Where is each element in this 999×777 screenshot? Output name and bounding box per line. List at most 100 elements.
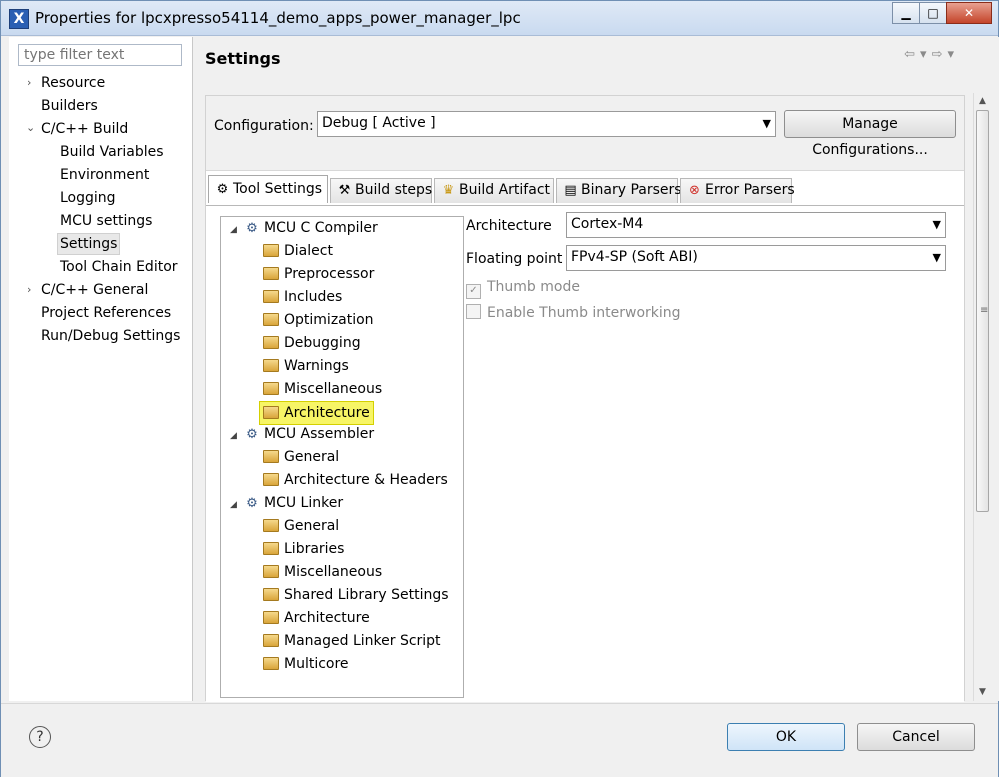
thumb-mode-checkbox[interactable]: ✓ Thumb mode xyxy=(466,279,580,299)
vertical-scrollbar[interactable]: ▲ ≡ ▼ xyxy=(973,93,991,701)
minimize-button[interactable]: ▁ xyxy=(892,2,920,24)
collapse-toggle-icon[interactable]: ◢ xyxy=(230,225,237,235)
maximize-button[interactable]: □ xyxy=(919,2,947,24)
chevron-right-icon[interactable]: › xyxy=(27,76,31,89)
tree-item-label: General xyxy=(284,449,340,465)
help-icon[interactable]: ? xyxy=(29,726,51,748)
tree-item-linker-general[interactable]: General xyxy=(263,515,339,537)
scroll-up-icon[interactable]: ▲ xyxy=(974,93,991,110)
tab-label: Error Parsers xyxy=(705,182,795,198)
checkmark-icon: ✓ xyxy=(466,284,481,299)
tab-error-parsers[interactable]: ⊗ Error Parsers xyxy=(680,178,795,203)
folder-icon xyxy=(263,588,279,601)
filter-input[interactable] xyxy=(18,44,182,66)
tree-item-linker-architecture[interactable]: Architecture xyxy=(263,607,370,629)
tree-group-mcu-assembler[interactable]: ⚙ MCU Assembler xyxy=(245,423,374,445)
nav-item-environment[interactable]: Environment xyxy=(60,165,149,185)
scroll-down-icon[interactable]: ▼ xyxy=(974,684,991,701)
manage-configurations-button[interactable]: Manage Configurations... xyxy=(784,110,956,158)
folder-icon xyxy=(263,519,279,532)
folder-icon xyxy=(263,359,279,372)
window-controls: ▁ □ ✕ xyxy=(892,2,992,24)
folder-icon xyxy=(263,611,279,624)
tree-item-linker-miscellaneous[interactable]: Miscellaneous xyxy=(263,561,382,583)
forward-menu-icon[interactable]: ▾ xyxy=(947,47,959,62)
folder-icon xyxy=(263,313,279,326)
tree-item-optimization[interactable]: Optimization xyxy=(263,309,374,331)
forward-arrow-icon[interactable]: ⇨ xyxy=(932,47,948,62)
architecture-select[interactable]: Cortex-M4 ▼ xyxy=(566,212,946,238)
title-bar: X Properties for lpcxpresso54114_demo_ap… xyxy=(1,1,998,36)
chevron-down-icon[interactable]: ⌄ xyxy=(26,121,35,134)
tab-label: Build Artifact xyxy=(459,182,550,198)
folder-icon xyxy=(263,336,279,349)
history-nav: ⇦▾⇨▾ xyxy=(904,47,959,62)
tree-item-label: Architecture xyxy=(284,610,370,626)
grip-icon: ≡ xyxy=(980,305,989,316)
tree-group-mcu-linker[interactable]: ⚙ MCU Linker xyxy=(245,492,343,514)
right-pane: Settings ⇦▾⇨▾ Configuration: Debug [ Act… xyxy=(193,37,999,702)
app-icon: X xyxy=(9,9,29,29)
build-steps-icon: ⚒ xyxy=(338,183,351,198)
tree-item-multicore[interactable]: Multicore xyxy=(263,653,349,675)
nav-item-resource[interactable]: Resource xyxy=(41,73,105,93)
tree-item-general[interactable]: General xyxy=(263,446,339,468)
tree-item-managed-linker-script[interactable]: Managed Linker Script xyxy=(263,630,441,652)
tree-item-architecture-headers[interactable]: Architecture & Headers xyxy=(263,469,448,491)
nav-item-builders[interactable]: Builders xyxy=(41,96,98,116)
tree-item-warnings[interactable]: Warnings xyxy=(263,355,349,377)
back-arrow-icon[interactable]: ⇦ xyxy=(904,47,920,62)
collapse-toggle-icon[interactable]: ◢ xyxy=(230,500,237,510)
tab-build-artifact[interactable]: ♛ Build Artifact xyxy=(434,178,554,203)
nav-item-cpp-general[interactable]: C/C++ General xyxy=(41,280,148,300)
tab-label: Tool Settings xyxy=(233,181,323,197)
collapse-toggle-icon[interactable]: ◢ xyxy=(230,431,237,441)
tree-item-label: Debugging xyxy=(284,335,361,351)
tool-settings-tree: ◢ ⚙ MCU C Compiler Dialect Preprocessor I… xyxy=(220,216,464,698)
nav-item-run-debug-settings[interactable]: Run/Debug Settings xyxy=(41,326,180,346)
tree-item-shared-library-settings[interactable]: Shared Library Settings xyxy=(263,584,449,606)
nav-item-build-variables[interactable]: Build Variables xyxy=(60,142,164,162)
nav-item-logging[interactable]: Logging xyxy=(60,188,116,208)
nav-item-project-references[interactable]: Project References xyxy=(41,303,171,323)
dropdown-arrow-icon: ▼ xyxy=(932,218,941,231)
nav-item-settings[interactable]: Settings xyxy=(57,233,121,255)
thumb-interworking-checkbox[interactable]: Enable Thumb interworking xyxy=(466,304,681,321)
thumb-interworking-label: Enable Thumb interworking xyxy=(487,305,681,321)
tab-label: Build steps xyxy=(355,182,433,198)
folder-icon xyxy=(263,634,279,647)
nav-item-cpp-build[interactable]: C/C++ Build xyxy=(41,119,128,139)
ok-button[interactable]: OK xyxy=(727,723,845,751)
architecture-label: Architecture xyxy=(466,218,552,234)
tab-tool-settings[interactable]: ⚙ Tool Settings xyxy=(208,175,328,203)
gear-icon: ⚙ xyxy=(246,221,258,236)
architecture-value: Cortex-M4 xyxy=(571,216,644,232)
tab-build-steps[interactable]: ⚒ Build steps xyxy=(330,178,432,203)
scroll-thumb[interactable]: ≡ xyxy=(976,110,989,512)
tree-item-dialect[interactable]: Dialect xyxy=(263,240,333,262)
nav-item-tool-chain-editor[interactable]: Tool Chain Editor xyxy=(60,257,178,277)
floating-point-select[interactable]: FPv4-SP (Soft ABI) ▼ xyxy=(566,245,946,271)
back-menu-icon[interactable]: ▾ xyxy=(920,47,932,62)
tree-item-libraries[interactable]: Libraries xyxy=(263,538,344,560)
tab-binary-parsers[interactable]: ▤ Binary Parsers xyxy=(556,178,682,203)
tree-item-includes[interactable]: Includes xyxy=(263,286,342,308)
tree-item-architecture-selected[interactable]: Architecture xyxy=(259,401,374,425)
gear-icon: ⚙ xyxy=(246,427,258,442)
configuration-select[interactable]: Debug [ Active ] ▼ xyxy=(317,111,776,137)
nav-item-mcu-settings[interactable]: MCU settings xyxy=(60,211,152,231)
tree-item-debugging[interactable]: Debugging xyxy=(263,332,361,354)
chevron-right-icon[interactable]: › xyxy=(27,283,31,296)
floating-point-value: FPv4-SP (Soft ABI) xyxy=(571,249,698,265)
settings-content: Configuration: Debug [ Active ] ▼ Manage… xyxy=(205,95,965,702)
tool-settings-icon: ⚙ xyxy=(216,182,229,197)
left-pane: › Resource Builders ⌄ C/C++ Build Build … xyxy=(9,37,193,701)
cancel-button[interactable]: Cancel xyxy=(857,723,975,751)
tree-item-miscellaneous[interactable]: Miscellaneous xyxy=(263,378,382,400)
folder-icon xyxy=(263,244,279,257)
folder-icon xyxy=(263,382,279,395)
close-button[interactable]: ✕ xyxy=(946,2,992,24)
tree-item-preprocessor[interactable]: Preprocessor xyxy=(263,263,374,285)
tree-group-mcu-c-compiler[interactable]: ⚙ MCU C Compiler xyxy=(245,217,378,239)
folder-icon xyxy=(263,290,279,303)
